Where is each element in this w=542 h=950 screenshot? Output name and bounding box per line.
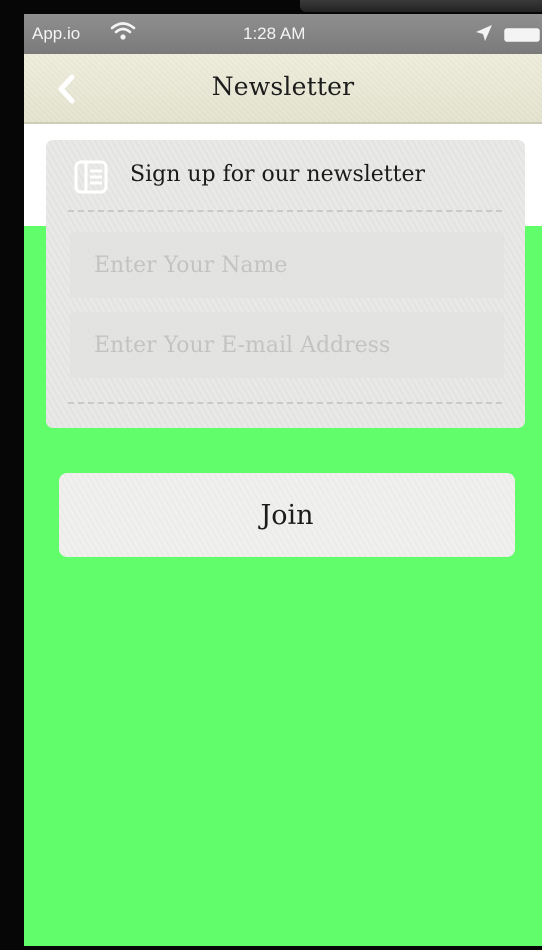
status-bar: App.io 1:28 AM: [24, 14, 542, 54]
navigation-bar: Newsletter: [24, 54, 542, 124]
email-input[interactable]: [70, 312, 504, 378]
join-button[interactable]: Join: [59, 473, 515, 557]
app-screen: App.io 1:28 AM Newsletter Sign up for ou…: [24, 14, 542, 946]
newsletter-icon: [74, 160, 108, 194]
name-input[interactable]: [70, 232, 504, 298]
battery-icon: [504, 27, 542, 42]
location-arrow-icon: [474, 23, 494, 48]
device-frame: App.io 1:28 AM Newsletter Sign up for ou…: [0, 0, 542, 950]
bezel-highlight: [300, 0, 542, 12]
divider-top: [68, 210, 502, 212]
newsletter-form-card: Sign up for our newsletter: [46, 140, 525, 428]
carrier-label: App.io: [32, 24, 81, 43]
status-time: 1:28 AM: [243, 24, 306, 43]
form-heading: Sign up for our newsletter: [130, 162, 426, 187]
wifi-icon: [110, 20, 136, 47]
divider-bottom: [68, 402, 502, 404]
form-header: Sign up for our newsletter: [46, 140, 525, 212]
page-title: Newsletter: [211, 72, 355, 101]
